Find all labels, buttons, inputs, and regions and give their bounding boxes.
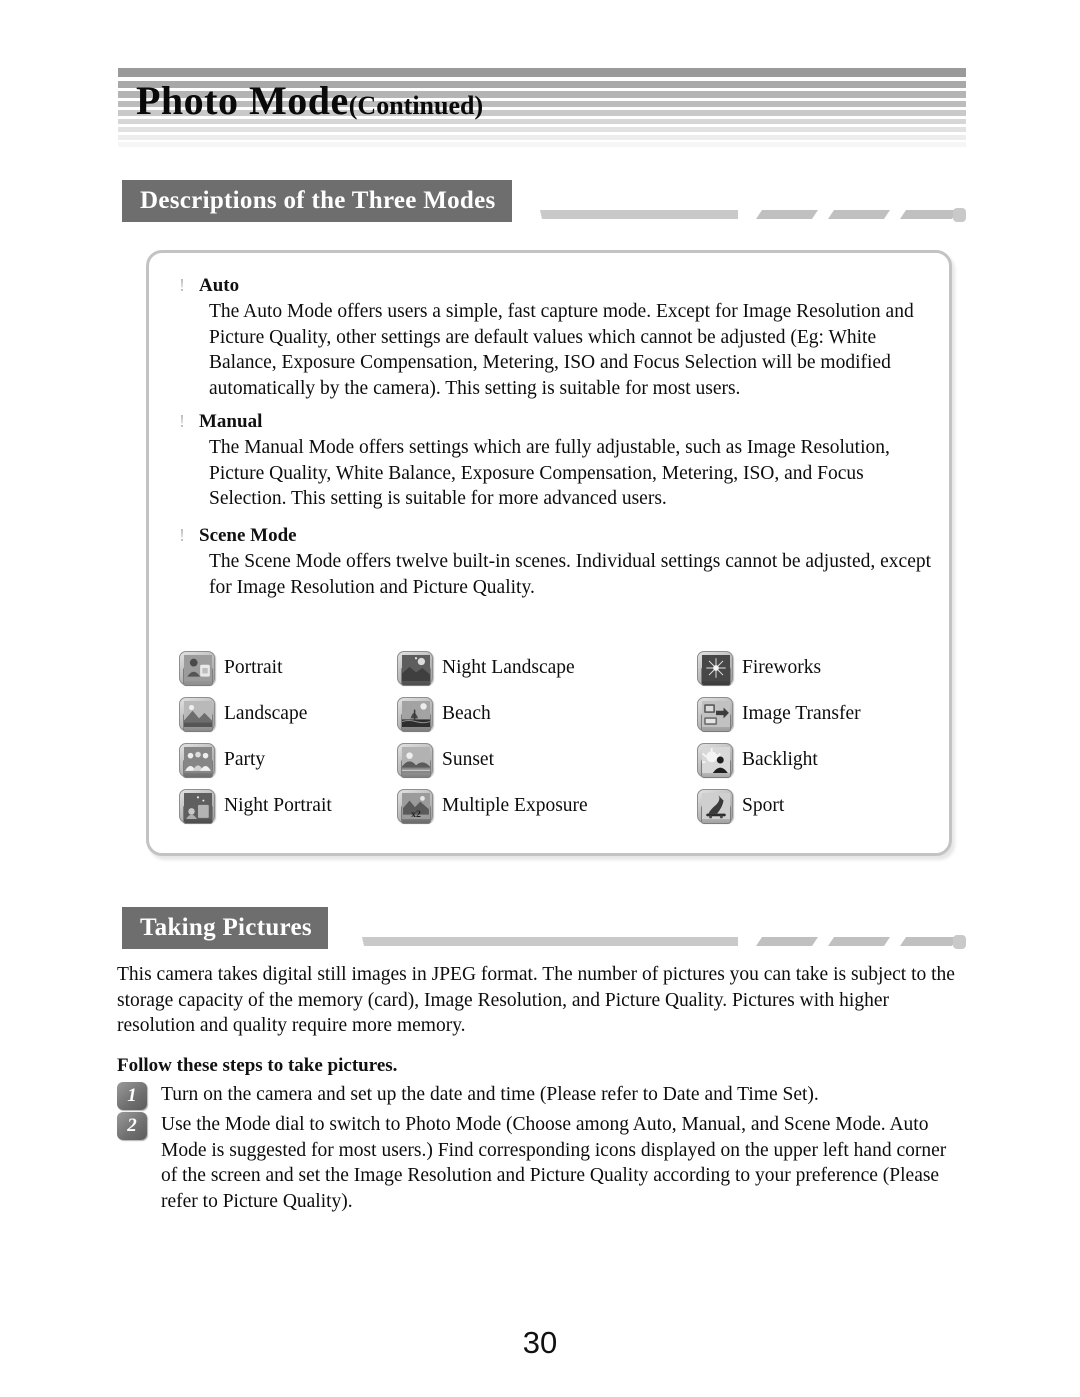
- multiple-exposure-scene-icon: x2: [397, 789, 433, 824]
- deco-dash: [900, 937, 958, 946]
- page-title-banner: Photo Mode(Continued): [118, 68, 966, 150]
- mode-name: Manual: [199, 411, 263, 432]
- page-title: Photo Mode(Continued): [136, 77, 483, 124]
- scene-label: Beach: [442, 703, 491, 724]
- step-text: Use the Mode dial to switch to Photo Mod…: [161, 1114, 947, 1212]
- taking-pictures-intro: This camera takes digital still images i…: [117, 964, 955, 1036]
- scene-label: Image Transfer: [742, 703, 861, 724]
- party-scene-icon: [179, 743, 215, 778]
- scene-label: Landscape: [224, 703, 308, 724]
- scene-column-2: Night Landscape Beach Sunset x2 Multiple…: [397, 645, 588, 829]
- mode-title-auto: ! Auto: [179, 275, 927, 297]
- sport-scene-icon: [697, 789, 733, 824]
- mode-description: The Scene Mode offers twelve built-in sc…: [209, 551, 932, 598]
- section-header-label: Taking Pictures: [140, 914, 312, 941]
- mode-description: The Auto Mode offers users a simple, fas…: [209, 301, 914, 399]
- image-transfer-scene-icon: [697, 697, 733, 732]
- page-title-main: Photo Mode: [136, 78, 349, 123]
- night-landscape-scene-icon: [397, 651, 433, 686]
- scene-label: Night Landscape: [442, 657, 575, 678]
- section-header-label: Descriptions of the Three Modes: [140, 187, 496, 214]
- beach-scene-icon: [397, 697, 433, 732]
- scene-item-sunset[interactable]: Sunset: [397, 737, 588, 783]
- mode-block-auto: ! Auto The Auto Mode offers users a simp…: [179, 275, 927, 401]
- deco-pin-icon: [953, 208, 966, 222]
- section-header-decoration: [540, 208, 966, 222]
- exclamation-icon: !: [179, 411, 185, 431]
- backlight-scene-icon: [697, 743, 733, 778]
- portrait-scene-icon: [179, 651, 215, 686]
- scene-label: Backlight: [742, 749, 818, 770]
- section-header-bar: Taking Pictures: [122, 907, 328, 949]
- scene-label: Portrait: [224, 657, 283, 678]
- section-header-taking-pictures: Taking Pictures: [122, 907, 966, 949]
- scene-item-image-transfer[interactable]: Image Transfer: [697, 691, 861, 737]
- modes-panel: ! Auto The Auto Mode offers users a simp…: [146, 250, 952, 856]
- scene-item-portrait[interactable]: Portrait: [179, 645, 332, 691]
- exclamation-icon: !: [179, 275, 185, 295]
- deco-dash: [756, 937, 818, 946]
- deco-bar: [540, 210, 738, 219]
- mode-block-scene: ! Scene Mode The Scene Mode offers twelv…: [179, 525, 941, 600]
- mode-block-manual: ! Manual The Manual Mode offers settings…: [179, 411, 927, 512]
- scene-item-fireworks[interactable]: Fireworks: [697, 645, 861, 691]
- scene-label: Sport: [742, 795, 785, 816]
- mode-title-scene: ! Scene Mode: [179, 525, 941, 547]
- page-title-sub: (Continued): [348, 91, 484, 120]
- deco-dash: [828, 210, 890, 219]
- steps-lead: Follow these steps to take pictures.: [117, 1055, 398, 1076]
- mode-description: The Manual Mode offers settings which ar…: [209, 437, 890, 509]
- scene-item-night-portrait[interactable]: Night Portrait: [179, 783, 332, 829]
- scene-item-beach[interactable]: Beach: [397, 691, 588, 737]
- page-number: 30: [522, 1325, 558, 1360]
- step-number-badge: 1: [117, 1082, 147, 1110]
- scene-item-party[interactable]: Party: [179, 737, 332, 783]
- deco-dash: [900, 210, 958, 219]
- step-1: 1 Turn on the camera and set up the date…: [117, 1082, 967, 1110]
- fireworks-scene-icon: [697, 651, 733, 686]
- scene-item-multiple-exposure[interactable]: x2 Multiple Exposure: [397, 783, 588, 829]
- deco-pin-icon: [953, 935, 966, 949]
- deco-bar: [362, 937, 738, 946]
- mode-name: Auto: [199, 275, 240, 296]
- sunset-scene-icon: [397, 743, 433, 778]
- section-header-descriptions: Descriptions of the Three Modes: [122, 180, 966, 222]
- mode-title-manual: ! Manual: [179, 411, 927, 433]
- deco-dash: [756, 210, 818, 219]
- section-header-bar: Descriptions of the Three Modes: [122, 180, 512, 222]
- step-number-badge: 2: [117, 1112, 147, 1140]
- scene-label: Fireworks: [742, 657, 822, 678]
- scene-item-night-landscape[interactable]: Night Landscape: [397, 645, 588, 691]
- step-2: 2 Use the Mode dial to switch to Photo M…: [117, 1112, 967, 1214]
- night-portrait-scene-icon: [179, 789, 215, 824]
- scene-column-3: Fireworks Image Transfer Backlight Sport: [697, 645, 861, 829]
- step-text: Turn on the camera and set up the date a…: [161, 1084, 819, 1105]
- svg-text:x2: x2: [411, 809, 421, 819]
- exclamation-icon: !: [179, 525, 185, 545]
- scene-item-backlight[interactable]: Backlight: [697, 737, 861, 783]
- deco-dash: [828, 937, 890, 946]
- scene-label: Party: [224, 749, 266, 770]
- scene-label: Sunset: [442, 749, 495, 770]
- scene-label: Night Portrait: [224, 795, 332, 816]
- scene-item-landscape[interactable]: Landscape: [179, 691, 332, 737]
- mode-name: Scene Mode: [199, 525, 297, 546]
- section-header-decoration: [362, 935, 966, 949]
- scene-column-1: Portrait Landscape Party Night Portrait: [179, 645, 332, 829]
- landscape-scene-icon: [179, 697, 215, 732]
- scene-item-sport[interactable]: Sport: [697, 783, 861, 829]
- scene-label: Multiple Exposure: [442, 795, 588, 816]
